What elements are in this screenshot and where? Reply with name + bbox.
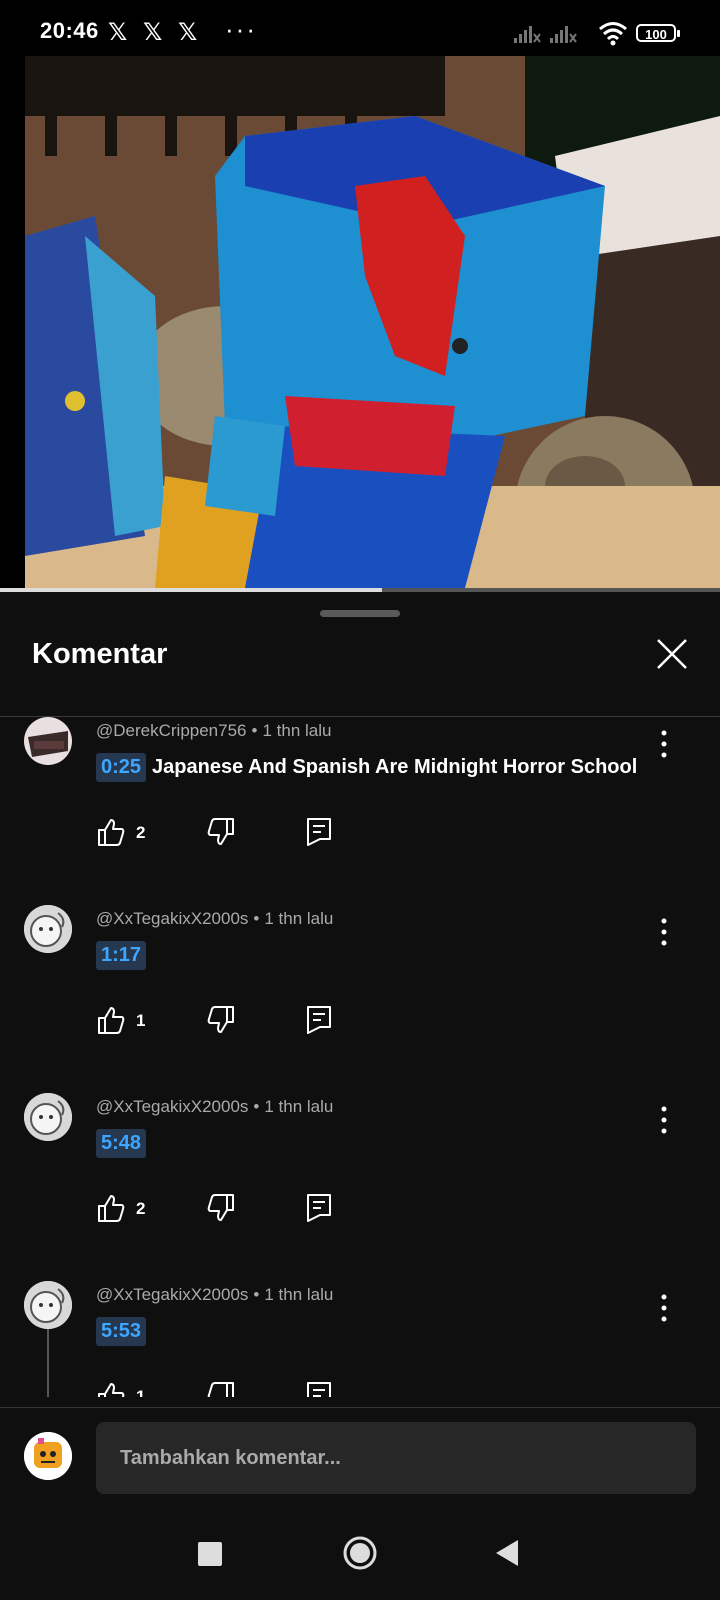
- comment-author[interactable]: @XxTegakixX2000s: [96, 1285, 248, 1304]
- reply-icon[interactable]: [306, 1193, 332, 1223]
- comment-compose-bar: Tambahkan komentar...: [0, 1407, 720, 1518]
- comment-author[interactable]: @XxTegakixX2000s: [96, 909, 248, 928]
- more-vert-icon[interactable]: [658, 917, 670, 947]
- comment-actions: 2: [96, 1193, 396, 1227]
- reply-icon[interactable]: [306, 817, 332, 847]
- comment-text: Japanese And Spanish Are Midnight Horror…: [152, 756, 638, 778]
- system-nav-bar: [0, 1518, 720, 1600]
- like-icon[interactable]: [96, 1005, 126, 1035]
- comment-meta: @XxTegakixX2000s • 1 thn lalu: [96, 1285, 334, 1304]
- comment-meta: @XxTegakixX2000s • 1 thn lalu: [96, 1097, 334, 1116]
- my-avatar: [24, 1432, 72, 1480]
- comment-author[interactable]: @XxTegakixX2000s: [96, 1097, 248, 1116]
- home-button[interactable]: [342, 1535, 378, 1571]
- like-icon[interactable]: [96, 817, 126, 847]
- close-icon[interactable]: [652, 634, 692, 674]
- sheet-drag-handle[interactable]: [320, 610, 400, 617]
- timestamp-link[interactable]: 5:53: [96, 1317, 147, 1346]
- like-count: 1: [136, 1387, 146, 1397]
- avatar[interactable]: [24, 905, 72, 953]
- comment-age: 1 thn lalu: [262, 721, 332, 740]
- comment-body: 1:17: [96, 941, 152, 970]
- dislike-icon[interactable]: [206, 817, 236, 847]
- comment-item: @XxTegakixX2000s • 1 thn lalu 5:48 2: [0, 1093, 720, 1281]
- comment-item: @DerekCrippen756 • 1 thn lalu 0:25 Japanese…: [0, 717, 720, 905]
- video-player[interactable]: [0, 56, 720, 588]
- dislike-icon[interactable]: [206, 1381, 236, 1397]
- comment-age: 1 thn lalu: [264, 1285, 334, 1304]
- x-app-icon: 𝕏: [178, 18, 198, 46]
- comment-item: @XxTegakixX2000s • 1 thn lalu 5:53 1: [0, 1281, 720, 1397]
- recents-button[interactable]: [198, 1542, 222, 1566]
- comment-input[interactable]: Tambahkan komentar...: [96, 1422, 696, 1494]
- comment-body: 5:53: [96, 1317, 152, 1346]
- more-notifications-icon: ···: [225, 14, 257, 44]
- reply-icon[interactable]: [306, 1381, 332, 1397]
- sheet-title: Komentar: [32, 638, 168, 670]
- timestamp-link[interactable]: 0:25: [96, 753, 147, 782]
- signal-icon: [514, 26, 541, 43]
- comment-meta: @DerekCrippen756 • 1 thn lalu: [96, 721, 332, 740]
- x-app-icon: 𝕏: [143, 18, 163, 46]
- comment-actions: 1: [96, 1005, 396, 1039]
- more-vert-icon[interactable]: [658, 729, 670, 759]
- comment-meta: @XxTegakixX2000s • 1 thn lalu: [96, 909, 334, 928]
- wifi-icon: [599, 22, 627, 46]
- x-app-icon: 𝕏: [108, 18, 128, 46]
- comment-item: @XxTegakixX2000s • 1 thn lalu 1:17 1: [0, 905, 720, 1093]
- comment-body: 5:48: [96, 1129, 152, 1158]
- battery-icon: 100: [636, 24, 680, 42]
- dislike-icon[interactable]: [206, 1005, 236, 1035]
- dislike-icon[interactable]: [206, 1193, 236, 1223]
- like-count: 2: [136, 1199, 146, 1218]
- timestamp-link[interactable]: 5:48: [96, 1129, 147, 1158]
- signal-icon: [550, 26, 577, 43]
- back-button[interactable]: [494, 1538, 520, 1568]
- comment-body: 0:25 Japanese And Spanish Are Midnight Ho…: [96, 753, 637, 782]
- avatar[interactable]: [24, 1093, 72, 1141]
- comment-actions: 1: [96, 1381, 396, 1397]
- avatar[interactable]: [24, 717, 72, 765]
- like-icon[interactable]: [96, 1381, 126, 1397]
- comment-age: 1 thn lalu: [264, 909, 334, 928]
- comment-author[interactable]: @DerekCrippen756: [96, 721, 247, 740]
- more-vert-icon[interactable]: [658, 1105, 670, 1135]
- timestamp-link[interactable]: 1:17: [96, 941, 147, 970]
- video-frame: [25, 56, 720, 588]
- status-bar: 20:46 𝕏 𝕏 𝕏 ··· 100: [0, 0, 720, 56]
- reply-icon[interactable]: [306, 1005, 332, 1035]
- comment-list[interactable]: @DerekCrippen756 • 1 thn lalu 0:25 Japanese…: [0, 717, 720, 1397]
- like-icon[interactable]: [96, 1193, 126, 1223]
- comment-actions: 2: [96, 817, 396, 851]
- like-count: 1: [136, 1011, 146, 1030]
- comment-age: 1 thn lalu: [264, 1097, 334, 1116]
- avatar[interactable]: [24, 1281, 72, 1329]
- more-vert-icon[interactable]: [658, 1293, 670, 1323]
- status-time: 20:46: [40, 18, 99, 43]
- like-count: 2: [136, 823, 146, 842]
